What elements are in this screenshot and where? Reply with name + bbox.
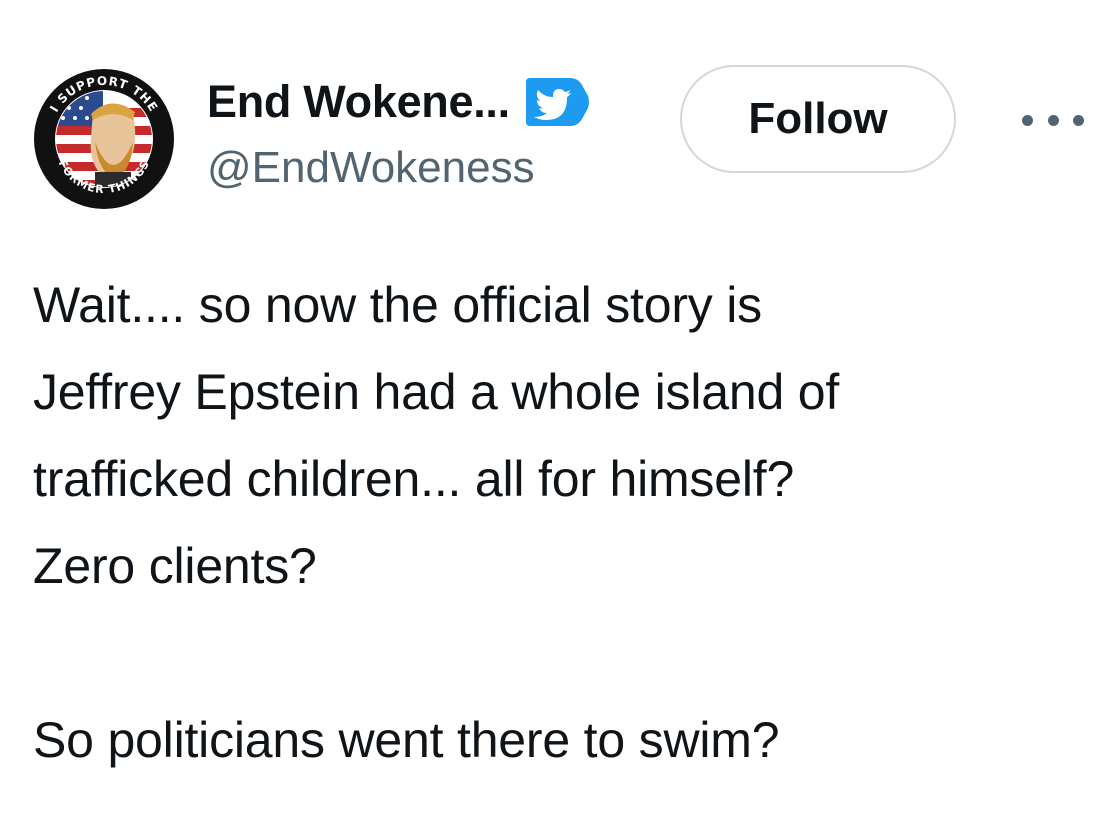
- display-name[interactable]: End Wokene...: [207, 76, 510, 128]
- follow-button[interactable]: Follow: [680, 65, 956, 173]
- tweet-line: trafficked children... all for himself?: [33, 451, 795, 507]
- more-dot: [1022, 114, 1033, 126]
- user-handle[interactable]: @EndWokeness: [207, 143, 535, 193]
- verified-bird-badge-icon[interactable]: [524, 76, 590, 128]
- tweet-text: Wait.... so now the official story is Je…: [33, 262, 1073, 784]
- tweet-line: Jeffrey Epstein had a whole island of: [33, 364, 840, 420]
- avatar-logo-image: I SUPPORT THE FORMER THINGS: [34, 69, 174, 209]
- author-name-row[interactable]: End Wokene...: [207, 70, 590, 134]
- avatar[interactable]: I SUPPORT THE FORMER THINGS: [33, 68, 175, 210]
- tweet-line: So politicians went there to swim?: [33, 712, 780, 768]
- more-dot: [1047, 114, 1059, 126]
- tweet-line: Wait.... so now the official story is: [33, 277, 762, 333]
- more-options-icon[interactable]: [1022, 100, 1084, 140]
- more-dot: [1073, 114, 1084, 126]
- tweet-line: Zero clients?: [33, 538, 317, 594]
